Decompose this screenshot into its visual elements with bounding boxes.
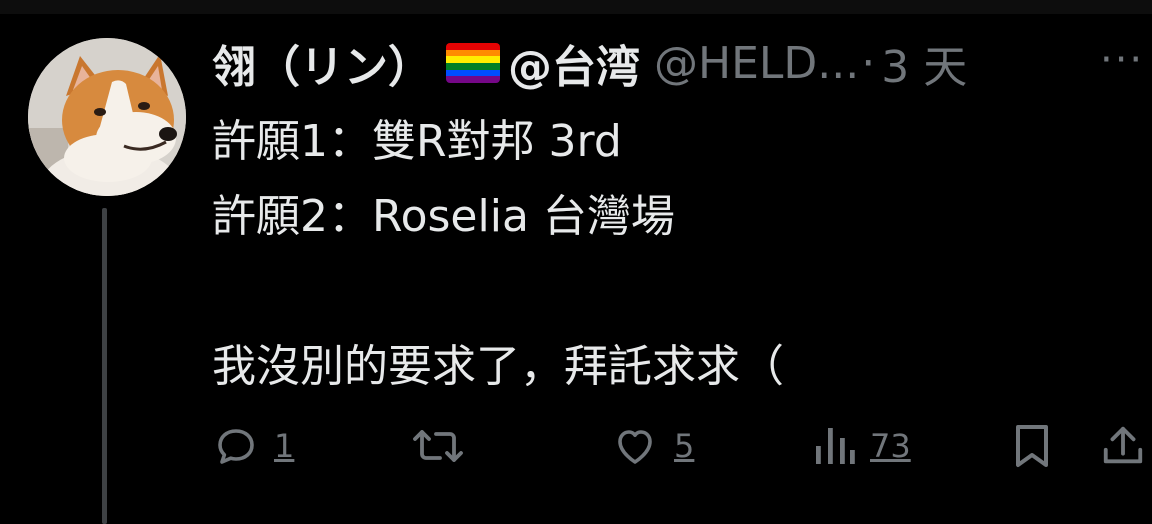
flag-stripe	[446, 49, 500, 57]
flag-stripe	[446, 76, 500, 83]
more-options-button[interactable]: ···	[1100, 38, 1152, 82]
tweet-header: 翎（リン） @台湾 @HELD... · 3 天	[212, 30, 967, 96]
user-handle[interactable]: @HELD...	[654, 38, 859, 89]
share-icon	[1103, 426, 1143, 464]
views-button[interactable]: 73	[812, 410, 911, 482]
flag-stripe	[446, 56, 500, 63]
like-button[interactable]: 5	[610, 410, 694, 482]
flag-stripe	[446, 69, 500, 77]
display-name[interactable]: 翎（リン）	[212, 31, 432, 95]
timestamp[interactable]: 3 天	[881, 31, 967, 95]
rainbow-flag-icon	[446, 43, 500, 83]
bookmark-button[interactable]	[1010, 410, 1054, 482]
tweet-line: 許願2：Roselia 台灣場	[212, 191, 675, 242]
views-icon	[816, 428, 855, 464]
reply-count: 1	[274, 427, 295, 465]
separator-dot: ·	[861, 37, 876, 89]
bookmark-icon	[1016, 425, 1048, 467]
views-count: 73	[870, 427, 911, 465]
share-button[interactable]	[1100, 410, 1146, 482]
flag-stripe	[446, 62, 500, 70]
retweet-button[interactable]	[410, 410, 466, 482]
action-bar: 1 5 73	[0, 410, 1152, 482]
corgi-avatar-image	[28, 38, 186, 196]
reply-icon	[218, 429, 254, 464]
like-count: 5	[674, 427, 695, 465]
tweet-line: 我沒別的要求了，拜託求求（	[212, 341, 784, 392]
top-strip	[0, 0, 1152, 14]
reply-button[interactable]: 1	[212, 410, 294, 482]
avatar[interactable]	[28, 38, 186, 196]
tweet-line: 許願1：雙R對邦 3rd	[212, 116, 622, 167]
flag-stripe	[446, 43, 500, 50]
tweet-text: 許願1：雙R對邦 3rd 許願2：Roselia 台灣場 我沒別的要求了，拜託求…	[212, 104, 1112, 404]
retweet-icon	[413, 430, 463, 462]
display-name-suffix[interactable]: @台湾	[508, 31, 640, 95]
heart-icon	[618, 430, 652, 464]
